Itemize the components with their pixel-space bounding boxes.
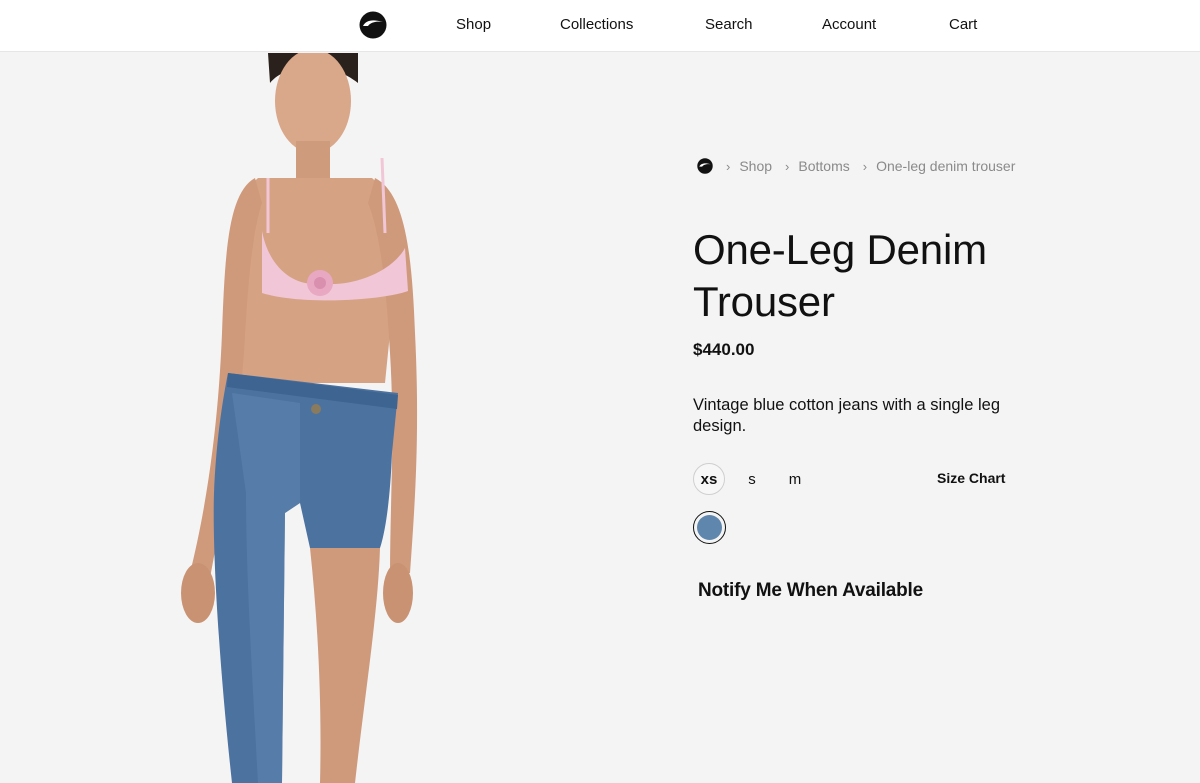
model-photo <box>181 53 418 783</box>
size-option-m[interactable]: m <box>784 463 806 495</box>
product-price: $440.00 <box>693 340 755 359</box>
breadcrumb-current: One-leg denim trouser <box>876 158 1016 174</box>
nav-account[interactable]: Account <box>822 16 876 33</box>
size-chart-link[interactable]: Size Chart <box>937 470 1005 486</box>
brand-logo-icon[interactable] <box>359 11 387 39</box>
size-option-xs[interactable]: xs <box>693 463 725 495</box>
home-logo-icon[interactable] <box>697 158 713 174</box>
nav-collections[interactable]: Collections <box>560 16 633 33</box>
breadcrumb-separator: › <box>862 158 868 174</box>
notify-me-button[interactable]: Notify Me When Available <box>698 580 923 602</box>
breadcrumb-separator: › <box>785 158 790 174</box>
nav-search[interactable]: Search <box>705 16 753 33</box>
size-option-s[interactable]: s <box>742 463 762 495</box>
product-image <box>0 53 620 783</box>
color-swatch-fill <box>697 515 722 540</box>
breadcrumb: › Shop › Bottoms › One-leg denim trouser <box>697 157 1015 175</box>
product-title: One-Leg Denim Trouser <box>693 226 987 325</box>
color-swatch[interactable] <box>693 511 726 544</box>
product-description: Vintage blue cotton jeans with a single … <box>693 396 1000 435</box>
nav-shop[interactable]: Shop <box>456 16 491 33</box>
site-header: Shop Collections Search Account Cart <box>0 0 1200 52</box>
nav-cart[interactable]: Cart <box>949 16 977 33</box>
breadcrumb-bottoms[interactable]: Bottoms <box>798 158 849 174</box>
breadcrumb-shop[interactable]: Shop <box>739 158 772 174</box>
breadcrumb-separator: › <box>726 158 731 174</box>
